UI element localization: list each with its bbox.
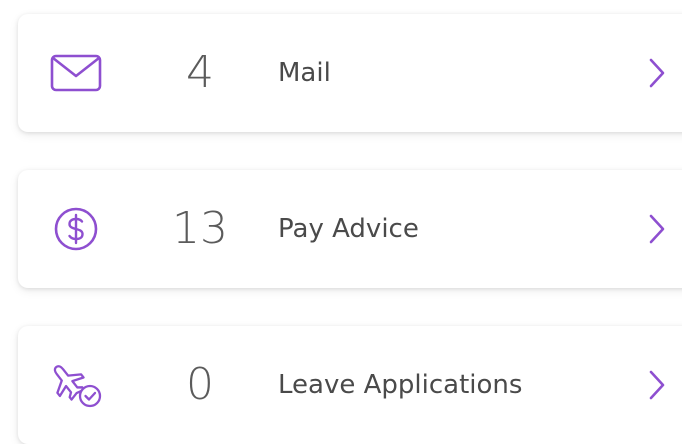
mail-card[interactable]: 4 Mail bbox=[18, 14, 682, 132]
chevron-right-icon[interactable] bbox=[646, 213, 668, 245]
chevron-right-icon[interactable] bbox=[646, 57, 668, 89]
mail-count: 4 bbox=[186, 47, 214, 98]
pay-advice-card[interactable]: 13 Pay Advice bbox=[18, 170, 682, 288]
pay-advice-count: 13 bbox=[172, 203, 228, 254]
leave-applications-count: 0 bbox=[186, 359, 214, 410]
chevron-right-icon[interactable] bbox=[646, 369, 668, 401]
leave-applications-card[interactable]: 0 Leave Applications bbox=[18, 326, 682, 444]
leave-applications-label: Leave Applications bbox=[278, 370, 523, 400]
dollar-icon bbox=[48, 201, 104, 257]
plane-check-icon bbox=[48, 357, 104, 413]
pay-advice-label: Pay Advice bbox=[278, 214, 419, 244]
mail-label: Mail bbox=[278, 58, 331, 88]
mail-icon bbox=[48, 45, 104, 101]
